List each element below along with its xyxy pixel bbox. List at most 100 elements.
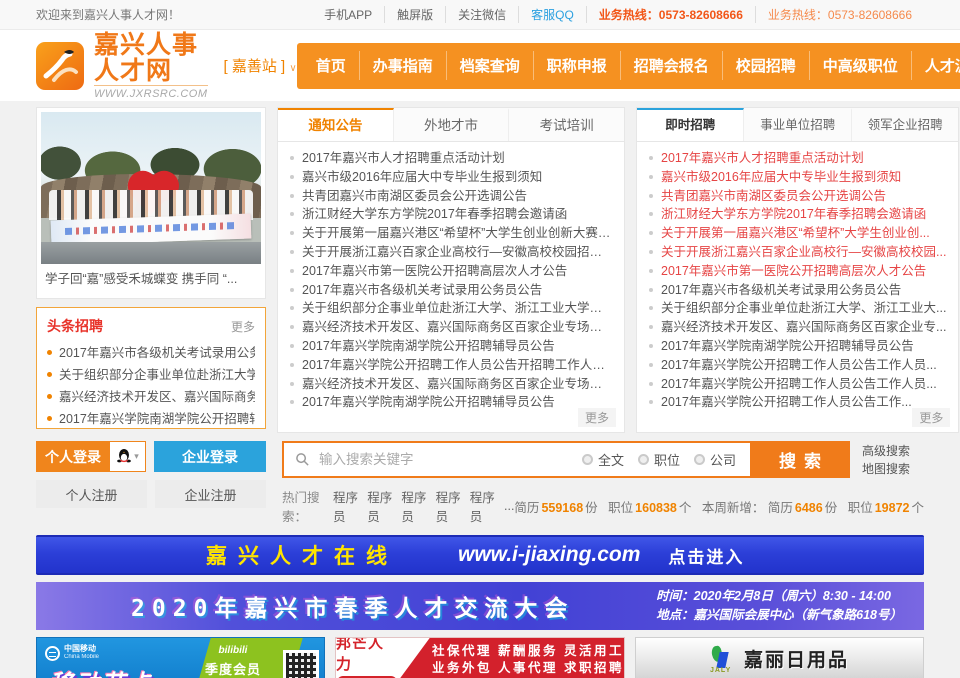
job-item[interactable]: 2017年嘉兴学院南湖学院公开招聘辅导员公告	[649, 337, 946, 356]
personal-login-button[interactable]: 个人登录	[36, 441, 110, 472]
bullet-icon	[649, 194, 653, 198]
company-register-button[interactable]: 企业注册	[155, 480, 266, 508]
headline-title: 头条招聘	[47, 316, 103, 336]
bullet-icon	[47, 350, 52, 355]
job-item[interactable]: 2017年嘉兴学院公开招聘工作人员公告工作人员...	[649, 375, 946, 394]
site-title-block[interactable]: 嘉兴人事人才网 WWW.JXRSRC.COM	[94, 32, 208, 100]
advanced-search-link[interactable]: 高级搜索	[862, 442, 924, 460]
notice-item[interactable]: 关于开展第一届嘉兴港区“希望杯”大学生创业创新大赛的通知	[290, 224, 612, 243]
notice-item[interactable]: 2017年嘉兴市各级机关考试录用公务员公告	[290, 281, 612, 300]
banner2-place: 地点：嘉兴国际会展中心（新气象路618号）	[656, 606, 902, 625]
notice-item[interactable]: 2017年嘉兴市第一医院公开招聘高层次人才公告	[290, 262, 612, 281]
notice-item[interactable]: 嘉兴市级2016年应届大中专毕业生报到须知	[290, 168, 612, 187]
headline-item[interactable]: 2017年嘉兴学院南湖学院公开招聘辅...	[47, 408, 255, 430]
job-item[interactable]: 2017年嘉兴市人才招聘重点活动计划	[649, 149, 946, 168]
station-switcher[interactable]: [ 嘉善站 ] ∨	[224, 55, 297, 76]
notice-item[interactable]: 嘉兴经济技术开发区、嘉兴国际商务区百家企业专场招聘会公告	[290, 375, 612, 394]
job-item[interactable]: 2017年嘉兴学院公开招聘工作人员公告工作人员...	[649, 356, 946, 375]
nav-item[interactable]: 人才派遣	[911, 51, 960, 80]
nav-item[interactable]: 档案查询	[446, 51, 533, 80]
job-item[interactable]: 关于组织部分企事业单位赴浙江大学、浙江工业大...	[649, 299, 946, 318]
jobs-tab[interactable]: 即时招聘	[637, 108, 744, 141]
ad-bangmang-hr[interactable]: 邦芒人力 50bm.com 社保代理 薪酬服务 灵活用工 业务外包 人事代理 求…	[335, 637, 625, 678]
nav-item[interactable]: 首页	[303, 51, 359, 80]
hot-keyword[interactable]: 程序员	[333, 487, 358, 525]
notice-tab[interactable]: 考试培训	[509, 108, 624, 141]
notice-item[interactable]: 浙江财经大学东方学院2017年春季招聘会邀请函	[290, 205, 612, 224]
bullet-icon	[290, 250, 294, 254]
nav-item[interactable]: 校园招聘	[722, 51, 809, 80]
photo-caption[interactable]: 学子回“嘉”感受禾城蝶变 携手同 “...	[41, 264, 261, 294]
notice-item[interactable]: 2017年嘉兴学院公开招聘工作人员公告开招聘工作人员公告开...	[290, 356, 612, 375]
job-item[interactable]: 2017年嘉兴市各级机关考试录用公务员公告	[649, 281, 946, 300]
jobs-tab[interactable]: 事业单位招聘	[744, 108, 851, 141]
nav-item[interactable]: 中高级职位	[809, 51, 911, 80]
banner2-time: 时间：2020年2月8日（周六）8:30 - 14:00	[656, 587, 902, 606]
notice-tab[interactable]: 外地才市	[394, 108, 510, 141]
notice-item[interactable]: 2017年嘉兴学院南湖学院公开招聘辅导员公告	[290, 393, 612, 412]
headline-more-link[interactable]: 更多	[231, 318, 255, 335]
scope-company[interactable]: 公司	[694, 450, 736, 469]
notice-item[interactable]: 嘉兴经济技术开发区、嘉兴国际商务区百家企业专场招聘会公告	[290, 318, 612, 337]
news-photo[interactable]	[41, 112, 261, 264]
job-item[interactable]: 嘉兴市级2016年应届大中专毕业生报到须知	[649, 168, 946, 187]
bangmang-services-line2: 业务外包 人事代理 求职招聘	[432, 660, 624, 677]
notice-item[interactable]: 关于组织部分企事业单位赴浙江大学、浙江工业大学招聘人才的...	[290, 299, 612, 318]
search-button[interactable]: 搜索	[750, 443, 848, 476]
qq-login-dropdown[interactable]: ▾	[110, 441, 146, 472]
headline-item[interactable]: 嘉兴经济技术开发区、嘉兴国际商务...	[47, 386, 255, 408]
notice-item[interactable]: 2017年嘉兴市人才招聘重点活动计划	[290, 149, 612, 168]
qq-penguin-icon	[116, 448, 132, 465]
notice-item[interactable]: 关于开展浙江嘉兴百家企业高校行—安徽高校校园招聘活动的通...	[290, 243, 612, 262]
news-photo-card: 学子回“嘉”感受禾城蝶变 携手同 “...	[36, 107, 266, 299]
bullet-icon	[649, 269, 653, 273]
bullet-icon	[47, 394, 52, 399]
search-input[interactable]	[319, 452, 582, 467]
topbar-link-app[interactable]: 手机APP	[312, 6, 385, 23]
job-item[interactable]: 2017年嘉兴市第一医院公开招聘高层次人才公告	[649, 262, 946, 281]
scope-fulltext[interactable]: 全文	[582, 450, 624, 469]
company-login-button[interactable]: 企业登录	[154, 441, 266, 472]
job-item[interactable]: 关于开展第一届嘉兴港区“希望杯”大学生创业创...	[649, 224, 946, 243]
hot-keyword[interactable]: 程序员	[470, 487, 495, 525]
personal-register-button[interactable]: 个人注册	[36, 480, 147, 508]
bullet-icon	[649, 231, 653, 235]
china-mobile-icon	[45, 646, 60, 661]
banner-jiaxing-talent-online[interactable]: 嘉兴人才在线 www.i-jiaxing.com 点击进入	[36, 535, 924, 575]
ads-row: 中国移动China Mobile 移动花卡 bilibili 季度会员 邦芒人力…	[36, 637, 924, 678]
job-item[interactable]: 共青团嘉兴市南湖区委员会公开选调公告	[649, 187, 946, 206]
job-item[interactable]: 2017年嘉兴学院公开招聘工作人员公告工作...	[649, 393, 946, 412]
topbar-link-wechat[interactable]: 关注微信	[446, 6, 519, 23]
job-item[interactable]: 嘉兴经济技术开发区、嘉兴国际商务区百家企业专...	[649, 318, 946, 337]
headline-item[interactable]: 关于组织部分企事业单位赴浙江大学...	[47, 364, 255, 386]
nav-item[interactable]: 招聘会报名	[620, 51, 722, 80]
jobs-tab[interactable]: 领军企业招聘	[852, 108, 958, 141]
map-search-link[interactable]: 地图搜索	[862, 460, 924, 478]
hot-keyword[interactable]: 程序员	[436, 487, 461, 525]
headline-item[interactable]: 2017年嘉兴市各级机关考试录用公务...	[47, 342, 255, 364]
hot-keyword[interactable]: 程序员	[367, 487, 392, 525]
job-item[interactable]: 浙江财经大学东方学院2017年春季招聘会邀请函	[649, 205, 946, 224]
search-side-links: 高级搜索 地图搜索	[862, 441, 924, 478]
site-logo-icon[interactable]	[36, 42, 84, 90]
headline-list: 2017年嘉兴市各级机关考试录用公务...关于组织部分企事业单位赴浙江大学...…	[47, 342, 255, 430]
station-label: [ 嘉善站 ]	[224, 58, 286, 75]
topbar-link-touch[interactable]: 触屏版	[385, 6, 446, 23]
job-item[interactable]: 关于开展浙江嘉兴百家企业高校行—安徽高校校园...	[649, 243, 946, 262]
notice-item[interactable]: 共青团嘉兴市南湖区委员会公开选调公告	[290, 187, 612, 206]
login-block: 个人登录 ▾ 企业登录 个人注册 企业注册	[36, 441, 266, 525]
scope-position[interactable]: 职位	[638, 450, 680, 469]
notice-tab[interactable]: 通知公告	[278, 108, 394, 141]
banner-spring-job-fair[interactable]: 2020年嘉兴市春季人才交流大会 时间：2020年2月8日（周六）8:30 - …	[36, 582, 924, 630]
nav-item[interactable]: 职称申报	[533, 51, 620, 80]
ad-jaly-daily-goods[interactable]: JALY 嘉丽日用品	[635, 637, 924, 678]
notice-more-link[interactable]: 更多	[578, 408, 616, 427]
jobs-more-link[interactable]: 更多	[912, 408, 950, 427]
ad-china-mobile[interactable]: 中国移动China Mobile 移动花卡 bilibili 季度会员	[36, 637, 325, 678]
topbar-link-qq[interactable]: 客服QQ	[519, 6, 587, 23]
bullet-icon	[649, 400, 653, 404]
notice-item[interactable]: 2017年嘉兴学院南湖学院公开招聘辅导员公告	[290, 337, 612, 356]
nav-item[interactable]: 办事指南	[359, 51, 446, 80]
hot-keyword[interactable]: 程序员	[401, 487, 426, 525]
bullet-icon	[649, 250, 653, 254]
